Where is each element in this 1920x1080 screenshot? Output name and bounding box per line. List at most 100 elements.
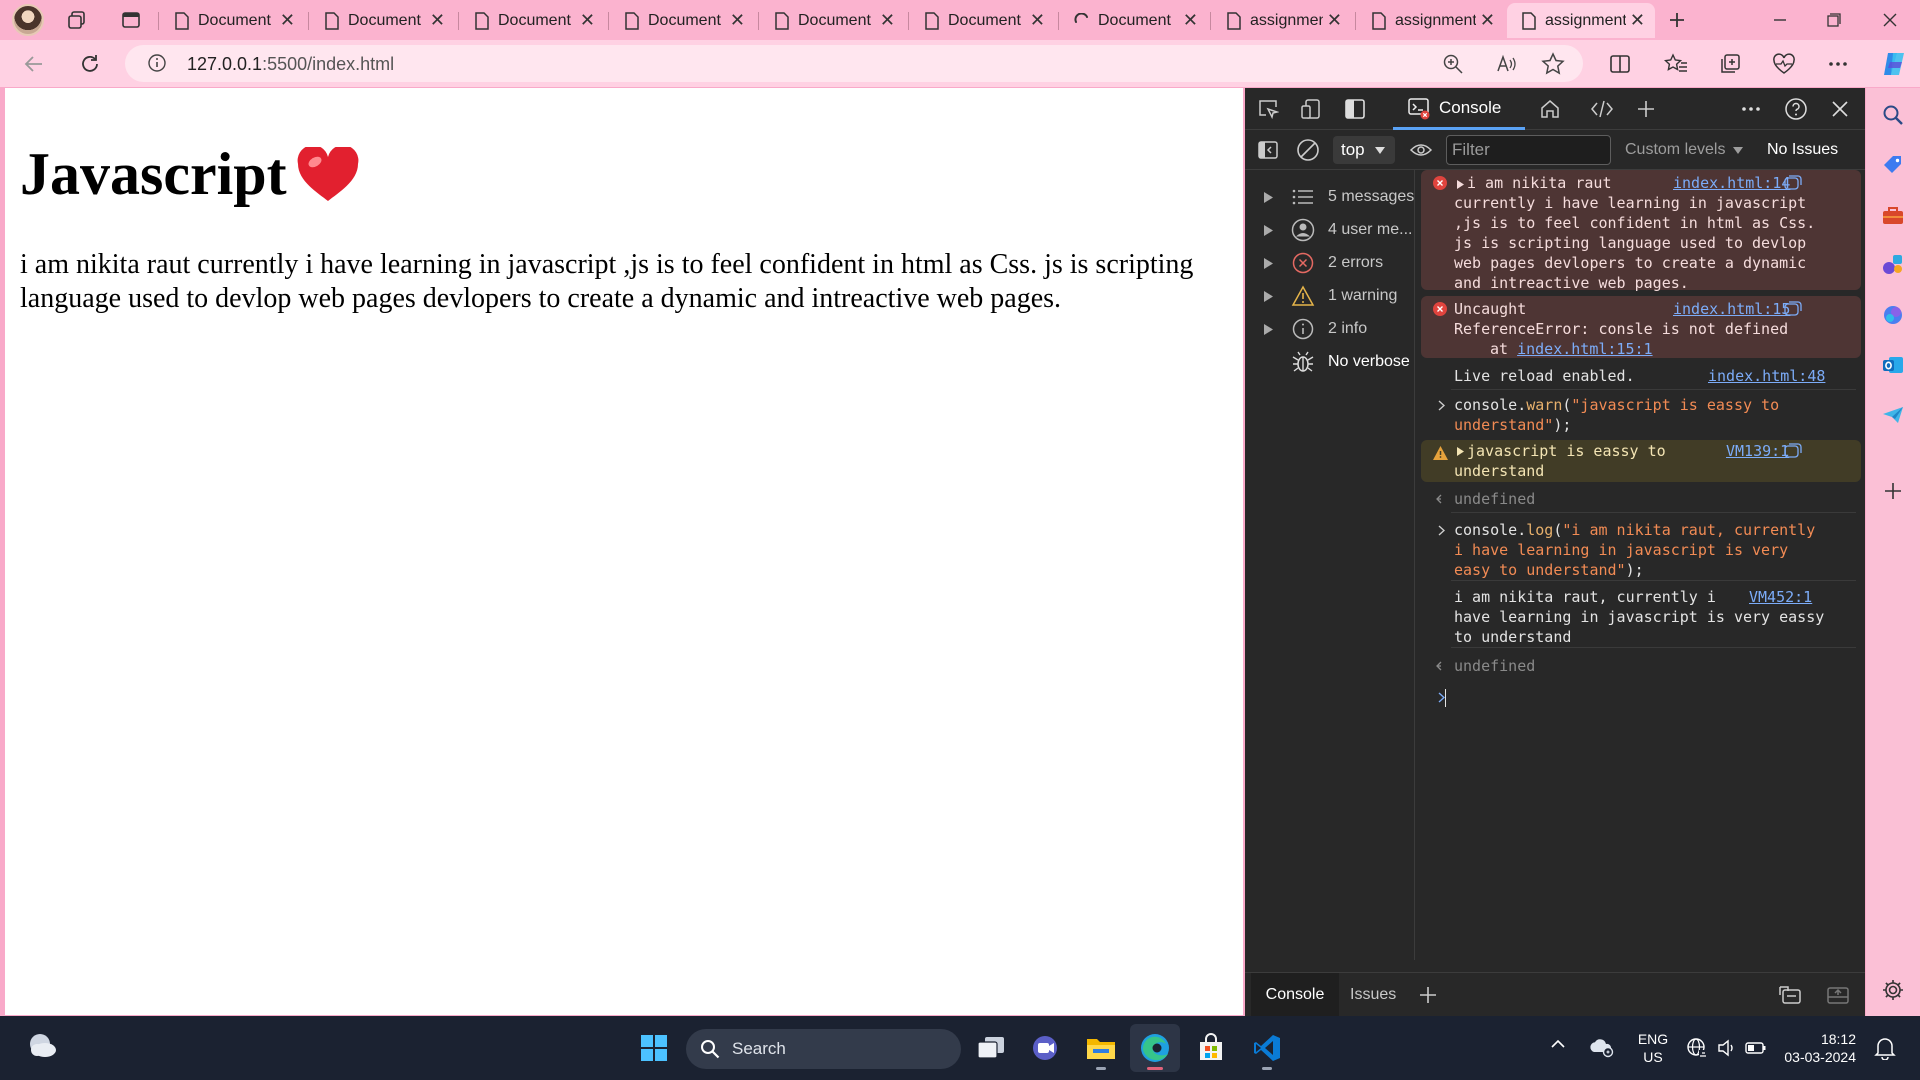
dock-drawer-icon[interactable] <box>1825 982 1851 1008</box>
source-link[interactable]: index.html:48 <box>1708 366 1825 386</box>
start-button[interactable] <box>629 1024 679 1072</box>
vertical-tabs-icon[interactable] <box>116 5 146 35</box>
help-icon[interactable] <box>1783 96 1809 122</box>
devtools-more-icon[interactable] <box>1738 96 1764 122</box>
close-icon[interactable]: ✕ <box>1630 10 1645 31</box>
console-input-command[interactable]: console.log("i am nikita raut, currently… <box>1421 517 1861 581</box>
stack-link[interactable]: index.html:15:1 <box>1517 340 1652 358</box>
taskbar-vscode-app[interactable] <box>1242 1024 1292 1072</box>
copilot-explain-icon[interactable] <box>1784 443 1802 459</box>
sidebar-item-messages[interactable]: 5 messages <box>1245 182 1415 212</box>
context-selector[interactable]: top <box>1333 136 1395 164</box>
favorites-button[interactable] <box>1660 48 1692 80</box>
profile-avatar[interactable] <box>12 4 44 36</box>
site-info-icon[interactable] <box>147 53 167 73</box>
volume-icon[interactable] <box>1716 1037 1738 1059</box>
drawer-add-tab-icon[interactable] <box>1415 982 1441 1008</box>
taskbar-edge-browser[interactable] <box>1130 1024 1180 1072</box>
close-icon[interactable]: ✕ <box>1480 10 1495 31</box>
copilot-explain-icon[interactable] <box>1784 301 1802 317</box>
favorite-star-icon[interactable] <box>1541 52 1565 76</box>
drawer-tab-issues[interactable]: Issues <box>1350 986 1396 1004</box>
taskbar-file-explorer[interactable] <box>1076 1024 1126 1072</box>
network-globe-icon[interactable] <box>1686 1037 1708 1059</box>
notifications-bell-icon[interactable] <box>1874 1036 1896 1060</box>
close-icon[interactable]: ✕ <box>1327 10 1342 31</box>
collections-button[interactable] <box>1714 48 1746 80</box>
taskbar-store-app[interactable] <box>1186 1024 1236 1072</box>
task-view-button[interactable] <box>966 1024 1016 1072</box>
more-options-button[interactable] <box>1822 48 1854 80</box>
split-screen-button[interactable] <box>1604 48 1636 80</box>
welcome-home-icon[interactable] <box>1537 96 1563 122</box>
new-tab-icon[interactable] <box>1662 5 1692 35</box>
console-log-message[interactable]: Live reload enabled. index.html:48 <box>1421 362 1861 390</box>
input-language-indicator[interactable]: ENG US <box>1636 1030 1670 1066</box>
sidebar-add-icon[interactable] <box>1879 477 1907 505</box>
elements-code-icon[interactable] <box>1589 96 1615 122</box>
show-hidden-icons-chevron-icon[interactable] <box>1550 1038 1566 1050</box>
browser-essentials-button[interactable] <box>1768 48 1800 80</box>
tab-document-4[interactable]: Document ✕ <box>610 3 755 38</box>
sidebar-item-errors[interactable]: 2 errors <box>1245 248 1415 278</box>
taskbar-meet-app[interactable] <box>1021 1024 1071 1072</box>
address-bar[interactable]: 127.0.0.1:5500/index.html <box>125 45 1583 82</box>
show-sidebar-icon[interactable] <box>1255 137 1281 163</box>
filter-input[interactable] <box>1446 135 1611 165</box>
back-button[interactable] <box>18 48 50 80</box>
taskbar-search[interactable]: Search <box>686 1029 961 1069</box>
source-link[interactable]: index.html:14 <box>1673 173 1790 193</box>
read-aloud-icon[interactable] <box>1495 53 1517 75</box>
source-link[interactable]: VM452:1 <box>1743 587 1813 607</box>
device-emulation-icon[interactable] <box>1298 96 1324 122</box>
clear-console-icon[interactable] <box>1295 137 1321 163</box>
close-icon[interactable]: ✕ <box>880 10 895 31</box>
sidebar-item-user-messages[interactable]: 4 user me... <box>1245 215 1415 245</box>
source-link[interactable]: index.html:15 <box>1673 299 1790 319</box>
copilot-explain-icon[interactable] <box>1784 175 1802 191</box>
refresh-button[interactable] <box>74 48 106 80</box>
sidebar-drop-icon[interactable] <box>1879 401 1907 429</box>
minimize-button[interactable] <box>1752 0 1808 40</box>
tab-document-2[interactable]: Document ✕ <box>310 3 455 38</box>
close-icon[interactable]: ✕ <box>730 10 745 31</box>
restore-button[interactable] <box>1806 0 1862 40</box>
close-window-button[interactable] <box>1862 0 1918 40</box>
console-warning-message[interactable]: javascript is eassy to understand VM139:… <box>1421 440 1861 482</box>
close-devtools-icon[interactable] <box>1827 96 1853 122</box>
sidebar-settings-icon[interactable] <box>1879 976 1907 1004</box>
tab-document-7[interactable]: Document ✕ <box>1060 3 1208 38</box>
close-icon[interactable]: ✕ <box>1183 10 1198 31</box>
sidebar-shopping-tag-icon[interactable] <box>1879 151 1907 179</box>
quick-view-icon[interactable] <box>1777 982 1803 1008</box>
source-link[interactable]: VM139:1 <box>1726 441 1789 461</box>
close-icon[interactable]: ✕ <box>1030 10 1045 31</box>
console-error-message[interactable]: Uncaught ReferenceError: consle is not d… <box>1421 296 1861 358</box>
live-expression-eye-icon[interactable] <box>1408 137 1434 163</box>
sidebar-item-verbose[interactable]: No verbose <box>1245 347 1415 377</box>
tab-document-5[interactable]: Document ✕ <box>760 3 905 38</box>
close-icon[interactable]: ✕ <box>430 10 445 31</box>
sidebar-item-warnings[interactable]: 1 warning <box>1245 281 1415 311</box>
onedrive-icon[interactable] <box>1588 1036 1614 1058</box>
tab-document-3[interactable]: Document ✕ <box>460 3 605 38</box>
sidebar-games-icon[interactable] <box>1879 250 1907 278</box>
sidebar-outlook-icon[interactable] <box>1879 351 1907 379</box>
console-input-command[interactable]: console.warn("javascript is eassy to und… <box>1421 392 1861 437</box>
tab-document-1[interactable]: Document ✕ <box>160 3 305 38</box>
sidebar-copilot-app-icon[interactable] <box>1879 301 1907 329</box>
zoom-icon[interactable] <box>1442 53 1464 75</box>
weather-widget-icon[interactable] <box>26 1032 58 1060</box>
tab-assignment-2[interactable]: assignment ✕ <box>1357 3 1505 38</box>
add-tool-icon[interactable] <box>1633 96 1659 122</box>
sidebar-search-icon[interactable] <box>1879 101 1907 129</box>
sidebar-item-info[interactable]: 2 info <box>1245 314 1415 344</box>
console-prompt[interactable] <box>1421 684 1861 712</box>
tab-assignment-1[interactable]: assignment ✕ <box>1212 3 1352 38</box>
console-error-message[interactable]: i am nikita raut currently i have learni… <box>1421 170 1861 292</box>
workspaces-icon[interactable] <box>62 5 92 35</box>
log-levels-dropdown[interactable]: Custom levels <box>1625 141 1743 159</box>
tab-console[interactable]: Console <box>1393 88 1525 130</box>
close-icon[interactable]: ✕ <box>280 10 295 31</box>
tab-document-6[interactable]: Document ✕ <box>910 3 1055 38</box>
